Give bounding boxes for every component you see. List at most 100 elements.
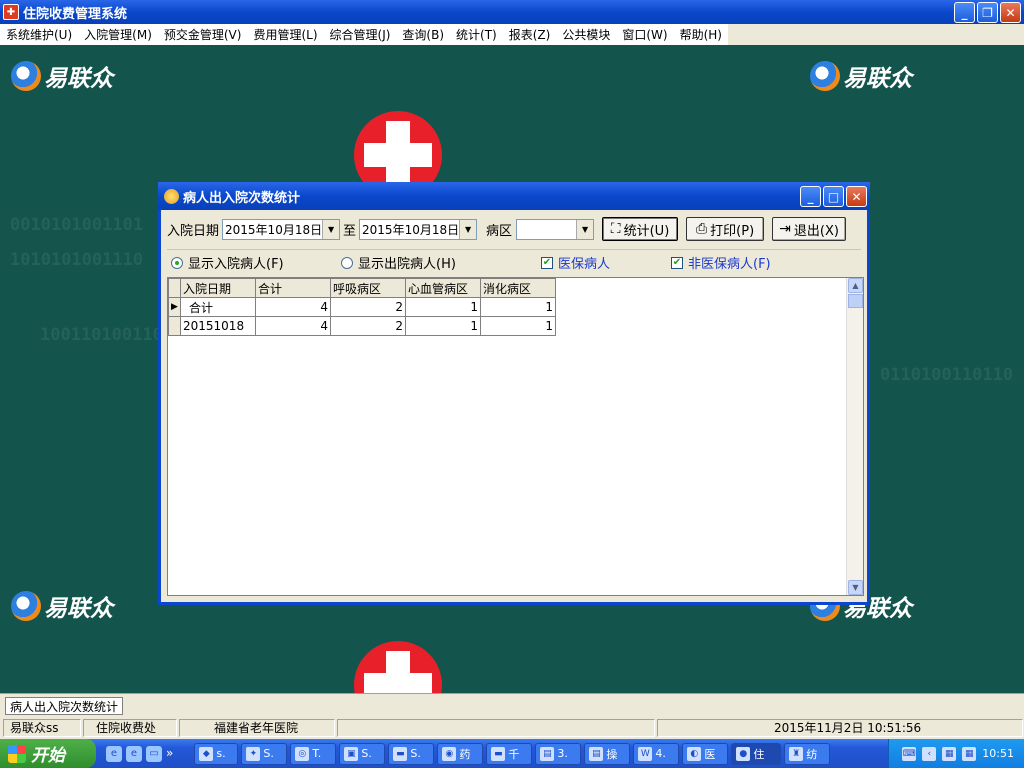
- taskbar-item[interactable]: W 4.: [633, 742, 680, 765]
- binary-decoration: 1001101001101: [40, 325, 174, 345]
- status-department: 住院收费处: [83, 718, 177, 737]
- table-cell[interactable]: 20151018: [180, 316, 256, 336]
- browser-icon[interactable]: e: [126, 745, 142, 762]
- scroll-thumb[interactable]: [848, 294, 863, 308]
- dialog-title-bar[interactable]: 病人出入院次数统计 _ □ ✕: [158, 182, 870, 210]
- desktop-icon[interactable]: ▭: [146, 745, 162, 762]
- menu-query[interactable]: 查询(B): [396, 26, 450, 43]
- minimize-button[interactable]: _: [954, 2, 975, 23]
- keyboard-icon[interactable]: ⌨: [902, 746, 917, 761]
- date-to-picker[interactable]: 2015年10月18日 ▼: [359, 218, 478, 240]
- logo-text: 易联众: [843, 66, 912, 92]
- chevron-down-icon[interactable]: ▼: [576, 219, 594, 239]
- table-row[interactable]: ▶ 合计 4 2 1 1: [168, 297, 556, 317]
- taskbar-item[interactable]: ▣ S.: [339, 742, 386, 765]
- stats-data-grid[interactable]: 入院日期 合计 呼吸病区 心血管病区 消化病区 ▶ 合计 4 2 1 1 201…: [167, 277, 864, 596]
- stats-table: 入院日期 合计 呼吸病区 心血管病区 消化病区 ▶ 合计 4 2 1 1 201…: [168, 278, 556, 336]
- uninsured-checkbox[interactable]: ✔ 非医保病人(F): [671, 253, 771, 272]
- menu-reports[interactable]: 报表(Z): [503, 26, 557, 43]
- chevron-down-icon[interactable]: ▼: [459, 219, 477, 239]
- column-header[interactable]: 入院日期: [180, 278, 256, 298]
- radio-selected-icon[interactable]: [171, 256, 183, 269]
- date-from-picker[interactable]: 2015年10月18日 ▼: [222, 218, 341, 240]
- taskbar-item[interactable]: ◉ 药: [437, 742, 484, 765]
- column-header[interactable]: 消化病区: [480, 278, 556, 298]
- exit-button[interactable]: ⇥ 退出(X): [772, 217, 847, 241]
- chevron-more-icon[interactable]: »: [166, 746, 173, 762]
- dialog-maximize-button[interactable]: □: [823, 186, 844, 207]
- table-row[interactable]: 20151018 4 2 1 1: [168, 316, 556, 336]
- menu-system[interactable]: 系统维护(U): [0, 26, 78, 43]
- ward-label: 病区: [486, 223, 513, 239]
- app-icon: ▣: [344, 746, 359, 761]
- main-title-bar[interactable]: ✚ 住院收费管理系统 _ ❐ ✕: [0, 0, 1024, 24]
- table-cell[interactable]: 2: [330, 316, 406, 336]
- show-admitted-radio[interactable]: 显示入院病人(F): [171, 253, 284, 272]
- network-icon[interactable]: ▦: [962, 746, 977, 761]
- app-icon: ◉: [442, 746, 457, 761]
- menu-help[interactable]: 帮助(H): [674, 26, 728, 43]
- checkbox-checked-icon[interactable]: ✔: [671, 256, 683, 269]
- menu-general[interactable]: 综合管理(J): [324, 26, 397, 43]
- column-header[interactable]: 心血管病区: [405, 278, 481, 298]
- table-cell[interactable]: 1: [405, 316, 481, 336]
- taskbar-item[interactable]: ✦ S.: [241, 742, 288, 765]
- menu-public[interactable]: 公共模块: [556, 26, 616, 43]
- dialog-close-button[interactable]: ✕: [846, 186, 867, 207]
- radio-icon[interactable]: [341, 256, 353, 269]
- taskbar-item-active[interactable]: ● 住: [731, 742, 782, 765]
- ie-icon[interactable]: e: [106, 745, 122, 762]
- close-button[interactable]: ✕: [1000, 2, 1021, 23]
- company-logo: 易联众: [810, 59, 912, 93]
- checkbox-checked-icon[interactable]: ✔: [541, 256, 553, 269]
- date-from-value: 2015年10月18日: [225, 222, 323, 237]
- scroll-down-icon[interactable]: ▼: [848, 580, 863, 595]
- taskbar-item[interactable]: ♜ 纺: [784, 742, 831, 765]
- chevron-left-icon[interactable]: ‹: [922, 746, 937, 761]
- statistics-button[interactable]: ⛶ 统计(U): [602, 217, 679, 241]
- menu-statistics[interactable]: 统计(T): [450, 26, 503, 43]
- table-cell[interactable]: 1: [405, 297, 481, 317]
- restore-button[interactable]: ❐: [977, 2, 998, 23]
- table-cell[interactable]: 1: [480, 297, 556, 317]
- menu-window[interactable]: 窗口(W): [616, 26, 673, 43]
- clock[interactable]: 10:51: [982, 747, 1014, 760]
- start-button[interactable]: 开始: [0, 739, 96, 768]
- table-cell[interactable]: 4: [255, 316, 331, 336]
- menu-admission[interactable]: 入院管理(M): [78, 26, 158, 43]
- table-cell[interactable]: 合计: [180, 297, 256, 317]
- table-cell[interactable]: 2: [330, 297, 406, 317]
- ward-select[interactable]: ▼: [516, 218, 595, 240]
- taskbar-item[interactable]: ▤ 操: [584, 742, 631, 765]
- network-icon[interactable]: ▦: [942, 746, 957, 761]
- scroll-up-icon[interactable]: ▲: [848, 278, 863, 293]
- current-row-pointer-icon: ▶: [168, 297, 181, 317]
- red-cross-icon: [354, 641, 442, 693]
- app-icon: ◆: [199, 746, 214, 761]
- taskbar-item[interactable]: ▤ 3.: [535, 742, 582, 765]
- logo-text: 易联众: [44, 66, 113, 92]
- uninsured-label: 非医保病人(F): [688, 257, 771, 272]
- table-cell[interactable]: 1: [480, 316, 556, 336]
- menu-fees[interactable]: 费用管理(L): [247, 26, 323, 43]
- show-discharged-label: 显示出院病人(H): [358, 257, 456, 272]
- company-logo: 易联众: [11, 59, 113, 93]
- column-header[interactable]: 呼吸病区: [330, 278, 406, 298]
- print-button[interactable]: ⎙ 打印(P): [686, 217, 765, 241]
- chevron-down-icon[interactable]: ▼: [322, 219, 340, 239]
- taskbar-item[interactable]: ▬ S.: [388, 742, 435, 765]
- show-discharged-radio[interactable]: 显示出院病人(H): [341, 253, 456, 272]
- dialog-minimize-button[interactable]: _: [800, 186, 821, 207]
- taskbar-item[interactable]: ▬ 千: [486, 742, 533, 765]
- binary-decoration: 0010101001101: [10, 215, 144, 235]
- menu-deposit[interactable]: 预交金管理(V): [158, 26, 248, 43]
- taskbar-item[interactable]: ◎ T.: [290, 742, 337, 765]
- taskbar-item[interactable]: ◆ s.: [194, 742, 239, 765]
- column-header[interactable]: 合计: [255, 278, 331, 298]
- mdi-tab-stats[interactable]: 病人出入院次数统计: [5, 697, 124, 715]
- insured-checkbox[interactable]: ✔ 医保病人: [541, 253, 610, 272]
- app-icon: ◎: [295, 746, 310, 761]
- taskbar-item[interactable]: ◐ 医: [682, 742, 729, 765]
- table-cell[interactable]: 4: [255, 297, 331, 317]
- vertical-scrollbar[interactable]: ▲ ▼: [846, 278, 863, 595]
